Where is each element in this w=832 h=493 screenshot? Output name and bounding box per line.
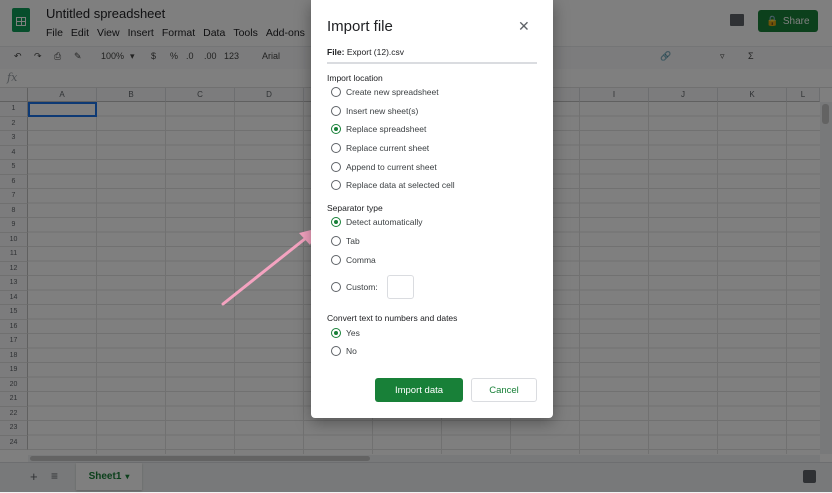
radio-label: Insert new sheet(s) [346, 106, 419, 116]
radio-label: No [346, 346, 357, 356]
separator-type-heading: Separator type [327, 203, 383, 213]
radio-convert-no[interactable]: No [331, 346, 357, 356]
radio-label: Tab [346, 236, 360, 246]
radio-insert-new-sheets[interactable]: Insert new sheet(s) [331, 106, 418, 116]
radio-icon[interactable] [331, 236, 341, 246]
radio-replace-data-at-selected-cell[interactable]: Replace data at selected cell [331, 180, 455, 190]
radio-icon[interactable] [331, 124, 341, 134]
radio-create-new-spreadsheet[interactable]: Create new spreadsheet [331, 87, 439, 97]
radio-icon[interactable] [331, 143, 341, 153]
cancel-button[interactable]: Cancel [471, 378, 537, 402]
radio-label: Replace data at selected cell [346, 180, 455, 190]
close-icon[interactable]: ✕ [518, 18, 530, 35]
import-location-heading: Import location [327, 73, 383, 83]
radio-icon[interactable] [331, 328, 341, 338]
radio-icon[interactable] [331, 87, 341, 97]
radio-icon[interactable] [331, 106, 341, 116]
radio-label: Replace spreadsheet [346, 124, 427, 134]
radio-icon[interactable] [331, 346, 341, 356]
radio-replace-spreadsheet[interactable]: Replace spreadsheet [331, 124, 426, 134]
radio-label: Detect automatically [346, 217, 423, 227]
radio-label: Append to current sheet [346, 162, 437, 172]
radio-icon[interactable] [331, 180, 341, 190]
radio-label: Comma [346, 255, 376, 265]
radio-custom[interactable]: Custom: [331, 282, 378, 292]
import-data-button[interactable]: Import data [375, 378, 463, 402]
radio-append-to-current-sheet[interactable]: Append to current sheet [331, 162, 437, 172]
radio-comma[interactable]: Comma [331, 255, 376, 265]
file-line: File: Export (12).csv [327, 47, 404, 57]
radio-detect-automatically[interactable]: Detect automatically [331, 217, 423, 227]
radio-icon[interactable] [331, 255, 341, 265]
radio-label: Custom: [346, 282, 378, 292]
radio-icon[interactable] [331, 282, 341, 292]
arrow-annotation [221, 228, 319, 306]
import-file-dialog: Import file ✕ File: Export (12).csv Impo… [311, 0, 553, 418]
file-label: File: [327, 47, 345, 57]
radio-icon[interactable] [331, 217, 341, 227]
radio-replace-current-sheet[interactable]: Replace current sheet [331, 143, 429, 153]
radio-convert-yes[interactable]: Yes [331, 328, 360, 338]
custom-separator-input[interactable] [387, 275, 414, 299]
radio-label: Replace current sheet [346, 143, 430, 153]
dialog-title: Import file [327, 18, 393, 35]
radio-tab[interactable]: Tab [331, 236, 360, 246]
radio-label: Yes [346, 328, 360, 338]
radio-icon[interactable] [331, 162, 341, 172]
radio-label: Create new spreadsheet [346, 87, 439, 97]
convert-text-heading: Convert text to numbers and dates [327, 313, 458, 323]
divider [327, 62, 537, 64]
file-name: Export (12).csv [346, 47, 405, 57]
